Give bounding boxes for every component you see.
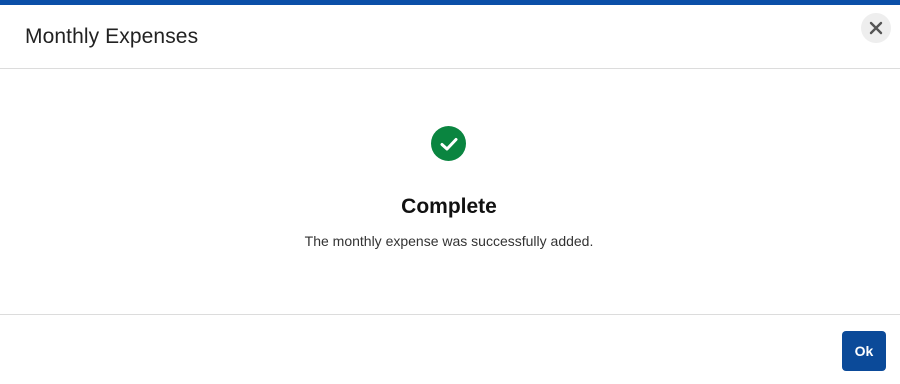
close-button[interactable] (861, 13, 891, 43)
dialog-body: Complete The monthly expense was success… (0, 70, 900, 315)
close-icon (869, 21, 883, 35)
checkmark-circle-icon (431, 126, 466, 161)
dialog-header: Monthly Expenses (0, 5, 900, 69)
ok-button[interactable]: Ok (842, 331, 886, 371)
monthly-expenses-dialog: Monthly Expenses Complete The monthly ex… (0, 0, 900, 384)
dialog-title: Monthly Expenses (25, 25, 199, 48)
status-message: The monthly expense was successfully add… (304, 233, 594, 249)
dialog-footer: Ok (0, 316, 900, 384)
status-heading: Complete (401, 195, 497, 218)
